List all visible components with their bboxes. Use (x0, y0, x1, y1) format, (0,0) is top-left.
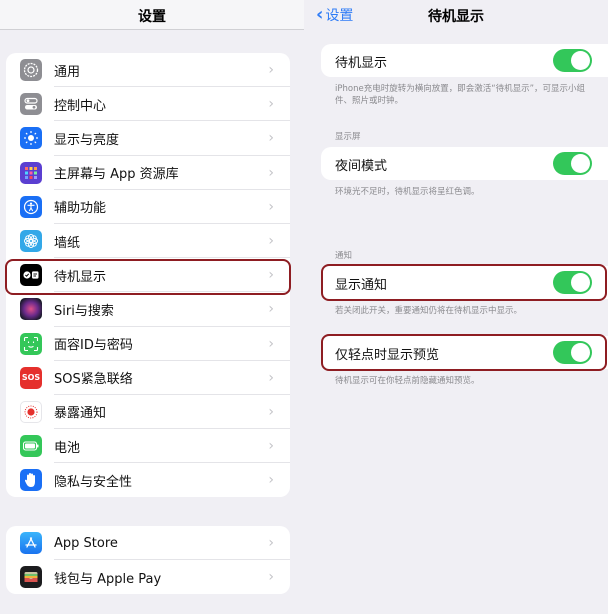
toggle-knob (571, 154, 590, 173)
chevron-right-icon: › (268, 198, 274, 215)
settings-item-label: 主屏幕与 App 资源库 (54, 167, 179, 183)
settings-item-label: App Store (54, 535, 118, 551)
settings-item-wallpaper[interactable]: 墙纸 › (6, 224, 290, 259)
standby-row: 待机显示 (321, 44, 608, 77)
night-mode-toggle[interactable] (553, 152, 592, 175)
sun-icon (20, 127, 42, 150)
toggle-knob (571, 51, 590, 70)
settings-item-label: 控制中心 (54, 98, 107, 114)
settings-item-control-center[interactable]: 控制中心 › (6, 87, 290, 122)
chevron-right-icon: › (268, 535, 274, 552)
settings-item-face-id[interactable]: 面容ID与密码 › (6, 327, 290, 361)
wallet-icon (20, 566, 42, 589)
settings-item-accessibility[interactable]: 辅助功能 › (6, 190, 290, 224)
settings-item-siri[interactable]: Siri与搜索 › (6, 292, 290, 327)
settings-item-label: 墙纸 (54, 235, 81, 251)
siri-icon (20, 298, 42, 321)
exposure-icon (20, 400, 42, 423)
standby-footnote: iPhone充电时旋转为横向放置，即会激活“待机显示”，可显示小组件、照片或时钟… (335, 84, 586, 106)
night-mode-label: 夜间模式 (335, 159, 388, 174)
settings-item-display-brightness[interactable]: 显示与亮度 › (6, 121, 290, 156)
gear-icon (20, 59, 42, 82)
standby-toggle[interactable] (553, 49, 592, 72)
app-store-icon (20, 532, 42, 555)
home-grid-icon (20, 161, 42, 184)
chevron-right-icon: › (268, 569, 274, 586)
hand-icon (20, 469, 42, 492)
standby-label: 待机显示 (335, 56, 388, 71)
sos-icon: SOS (20, 366, 42, 389)
settings-item-general[interactable]: 通用 › (6, 53, 290, 88)
chevron-right-icon: › (268, 62, 274, 79)
settings-item-label: 隐私与安全性 (54, 474, 133, 490)
settings-item-label: SOS紧急联络 (54, 372, 133, 388)
chevron-right-icon: › (268, 369, 274, 386)
chevron-right-icon: › (268, 233, 274, 250)
battery-icon (20, 435, 42, 458)
settings-item-label: 辅助功能 (54, 201, 107, 217)
settings-item-home-screen[interactable]: 主屏幕与 App 资源库 › (6, 156, 290, 190)
chevron-right-icon: › (268, 335, 274, 352)
settings-item-label: 钱包与 Apple Pay (54, 571, 162, 587)
chevron-right-icon: › (268, 301, 274, 318)
chevron-right-icon: › (268, 96, 274, 113)
accessibility-icon (20, 195, 42, 218)
section-header-notifications: 通知 (335, 251, 353, 261)
chevron-right-icon: › (268, 438, 274, 455)
settings-item-app-store[interactable]: App Store › (6, 526, 290, 561)
settings-item-label: 暴露通知 (54, 406, 107, 422)
settings-item-label: 面容ID与密码 (54, 338, 133, 354)
chevron-right-icon: › (268, 164, 274, 181)
settings-item-exposure-notifications[interactable]: 暴露通知 › (6, 395, 290, 430)
settings-navbar: 设置 (0, 0, 304, 30)
toggles-icon (20, 93, 42, 116)
settings-group-store: App Store › 钱包与 Apple Pay › (6, 526, 290, 595)
page-title: 待机显示 (428, 9, 484, 25)
chevron-right-icon: › (268, 403, 274, 420)
settings-item-privacy[interactable]: 隐私与安全性 › (6, 463, 290, 497)
preview-on-tap-footnote: 待机显示可在你轻点前隐藏通知预览。 (335, 376, 480, 386)
highlight-preview-on-tap (321, 334, 607, 371)
standby-screen: ‹ 设置 待机显示 待机显示 iPhone充电时旋转为横向放置，即会激活“待机显… (304, 0, 608, 614)
night-mode-footnote: 环境光不足时，待机显示将呈红色调。 (335, 187, 480, 197)
highlight-show-notifications (321, 264, 607, 301)
settings-item-battery[interactable]: 电池 › (6, 429, 290, 464)
face-id-icon (20, 332, 42, 355)
settings-item-label: 通用 (54, 64, 81, 80)
settings-screen: 设置 通用 › 控制中心 › 显示与亮度 › 主屏幕与 App 资源库 › 辅助… (0, 0, 304, 614)
settings-item-sos[interactable]: SOS SOS紧急联络 › (6, 361, 290, 395)
section-header-display: 显示屏 (335, 132, 361, 142)
highlight-standby-item (5, 259, 291, 295)
chevron-right-icon: › (268, 472, 274, 489)
page-title: 设置 (138, 9, 166, 25)
settings-item-label: 电池 (54, 440, 81, 456)
chevron-right-icon: › (268, 130, 274, 147)
settings-item-label: Siri与搜索 (54, 303, 114, 319)
flower-icon (20, 230, 42, 253)
settings-item-wallet[interactable]: 钱包与 Apple Pay › (6, 560, 290, 594)
show-notifications-footnote: 若关闭此开关，重要通知仍将在待机显示中显示。 (335, 306, 523, 316)
night-mode-row: 夜间模式 (321, 147, 608, 180)
settings-item-label: 显示与亮度 (54, 132, 120, 148)
